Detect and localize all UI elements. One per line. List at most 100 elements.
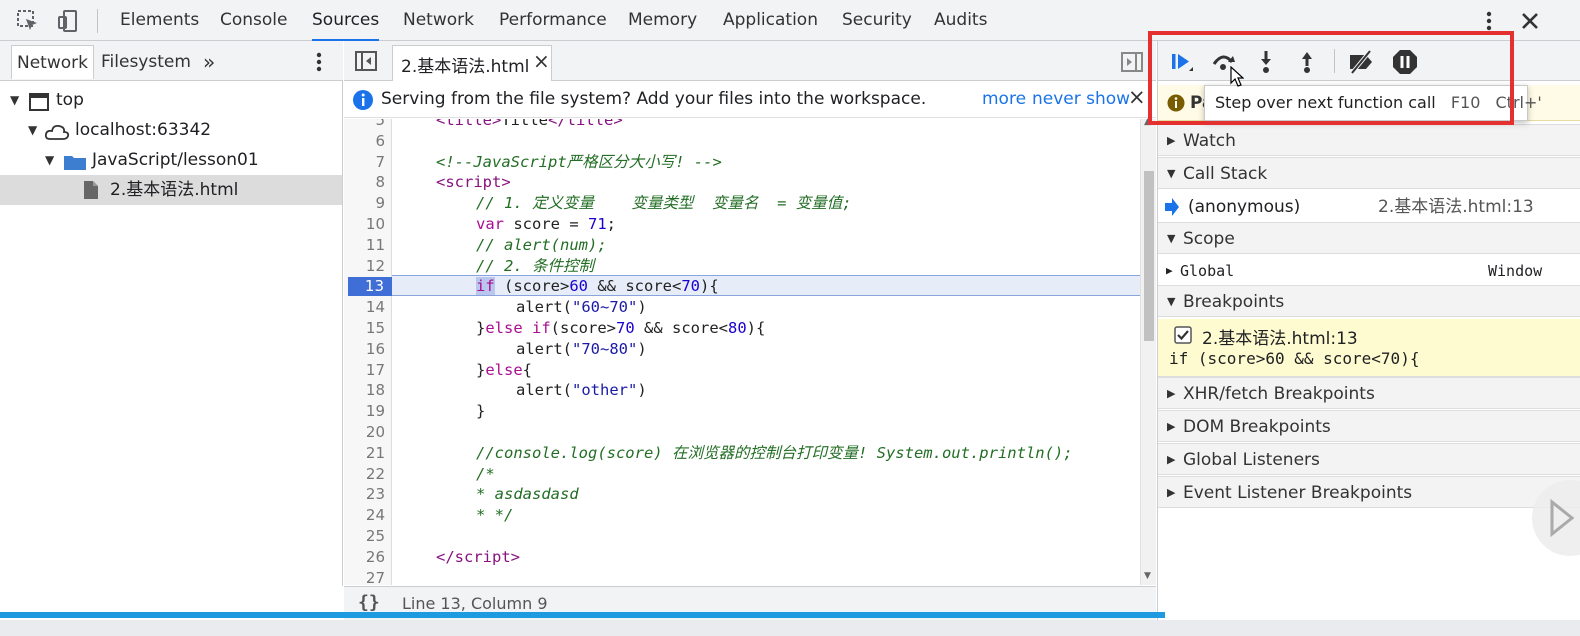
tree-label: JavaScript/lesson01 [92,150,259,170]
tab-console[interactable]: Console [220,0,288,41]
breakpoint-marker[interactable]: 13 [348,277,402,297]
expand-arrow-icon: ▼ [28,123,38,137]
line-number[interactable]: 22 [345,464,385,485]
close-tab-icon[interactable]: × [533,49,550,73]
code-line: * asdasdasd [476,485,579,504]
line-number[interactable]: 9 [345,193,385,214]
code-line: var score = 71; [476,215,617,233]
section-scope[interactable]: ▼ Scope [1158,222,1580,254]
bottom-strip [0,620,1580,636]
editor-file-tab[interactable]: 2.基本语法.html × [392,45,552,81]
tab-sources[interactable]: Sources [312,0,380,41]
section-breakpoints-title: Breakpoints [1183,292,1285,312]
call-frame-location[interactable]: 2.基本语法.html:13 [1378,191,1534,223]
editor-scrollbar[interactable]: ▲ ▼ [1140,117,1156,585]
line-number[interactable]: 6 [345,131,385,152]
line-number[interactable]: 21 [345,443,385,464]
line-number[interactable]: 14 [345,297,385,318]
scroll-down-icon[interactable]: ▼ [1144,571,1151,581]
more-link[interactable]: more [982,89,1026,109]
section-dom-breakpoints[interactable]: ▶ DOM Breakpoints [1158,410,1580,442]
play-overlay-icon [1512,478,1580,563]
editor-tabbar: 2.基本语法.html × [344,41,1156,81]
collapse-arrow-icon: ▶ [1167,420,1176,433]
code-line: //console.log(score) 在浏览器的控制台打印变量! Syste… [476,443,1073,462]
never-show-link[interactable]: never show [1032,89,1130,109]
tree-item-folder[interactable]: ▼ JavaScript/lesson01 [0,145,342,175]
line-number[interactable]: 18 [345,380,385,401]
code-line: }else if(score>70 && score<80){ [476,319,766,337]
line-number[interactable]: 10 [345,214,385,235]
pretty-print-icon[interactable]: {} [358,592,380,613]
more-tabs-icon[interactable]: » [198,45,220,79]
toggle-navigator-icon[interactable] [354,50,378,77]
section-breakpoints[interactable]: ▼ Breakpoints [1158,285,1580,317]
tab-network[interactable]: Network [11,45,94,79]
line-number[interactable]: 15 [345,318,385,339]
code-line: if (score>60 && score<70){ [476,277,719,296]
scope-global-row[interactable]: ▶ Global Window [1158,255,1580,287]
close-infobar-icon[interactable]: × [1128,85,1146,109]
section-global-listeners[interactable]: ▶ Global Listeners [1158,443,1580,475]
device-toolbar-icon[interactable] [55,8,81,34]
tab-audits[interactable]: Audits [934,0,987,41]
file-icon [82,180,100,210]
line-number[interactable]: 23 [345,484,385,505]
inspect-element-icon[interactable] [15,8,41,34]
tab-performance[interactable]: Performance [499,0,607,41]
code-line: // alert(num); [476,235,607,254]
toggle-debugger-icon[interactable] [1120,51,1144,78]
section-xhr-breakpoints[interactable]: ▶ XHR/fetch Breakpoints [1158,377,1580,409]
line-number[interactable]: 17 [345,360,385,381]
collapse-arrow-icon: ▶ [1167,453,1176,466]
breakpoint-checkbox[interactable] [1174,326,1192,349]
section-call-stack-title: Call Stack [1183,164,1268,184]
line-gutter[interactable]: 5 6 7 8 9 10 11 12 13 14 15 16 17 18 19 20 21 22 23 24 25 26 2… [344,119,402,585]
source-editor: 2.基本语法.html × Serving from the file syst… [344,41,1156,586]
line-number[interactable]: 26 [345,547,385,568]
tab-network[interactable]: Network [403,0,474,41]
section-watch[interactable]: ▶ Watch [1158,124,1580,156]
call-frame-name: (anonymous) [1188,197,1301,217]
breakpoint-item[interactable]: 2.基本语法.html:13 if (score>60 && score<70)… [1158,319,1580,377]
tab-elements[interactable]: Elements [120,0,199,41]
scrollbar-thumb[interactable] [1144,171,1154,341]
line-number[interactable]: 5 [345,119,385,131]
tree-label: 2.基本语法.html [110,180,239,200]
code-area[interactable]: 5 6 7 8 9 10 11 12 13 14 15 16 17 18 19 20 21 22 23 24 25 26 2… [344,119,1140,585]
code-line: alert("60~70") [516,298,647,317]
tab-memory[interactable]: Memory [628,0,697,41]
line-number[interactable]: 12 [345,256,385,277]
tree-item-file[interactable]: 2.基本语法.html [0,175,342,205]
line-number[interactable]: 8 [345,172,385,193]
section-call-stack[interactable]: ▼ Call Stack [1158,157,1580,189]
video-progress-bar [0,612,1165,618]
highlight-annotation-box [1148,31,1514,125]
line-number[interactable]: 25 [345,526,385,547]
expand-arrow-icon: ▼ [10,93,20,107]
line-number[interactable]: 19 [345,401,385,422]
code-line: // 1. 定义变量 变量类型 变量名 = 变量值; [476,194,852,213]
section-global-listeners-title: Global Listeners [1183,450,1320,470]
code-line: alert("70~80") [516,339,647,358]
line-number[interactable]: 16 [345,339,385,360]
navigator-menu-icon[interactable] [306,49,332,80]
call-frame-row[interactable]: (anonymous) 2.基本语法.html:13 [1158,191,1580,223]
section-xhr-title: XHR/fetch Breakpoints [1183,384,1375,404]
tab-security[interactable]: Security [842,0,912,41]
line-number[interactable]: 20 [345,422,385,443]
line-number[interactable]: 11 [345,235,385,256]
tree-item-top[interactable]: ▼ top [0,85,342,115]
tab-application[interactable]: Application [723,0,818,41]
info-message: Serving from the file system? Add your f… [381,89,927,109]
line-number[interactable]: 27 [345,568,385,585]
line-number[interactable]: 7 [345,152,385,173]
expand-arrow-icon: ▼ [1167,167,1176,180]
breakpoint-code: if (score>60 && score<70){ [1169,349,1420,368]
collapse-arrow-icon: ▶ [1166,264,1173,277]
line-number[interactable]: 24 [345,505,385,526]
close-devtools-icon[interactable] [1517,8,1543,34]
tab-filesystem[interactable]: Filesystem [96,45,196,79]
code-line: alert("other") [516,381,647,400]
tree-item-localhost[interactable]: ▼ localhost:63342 [0,115,342,145]
